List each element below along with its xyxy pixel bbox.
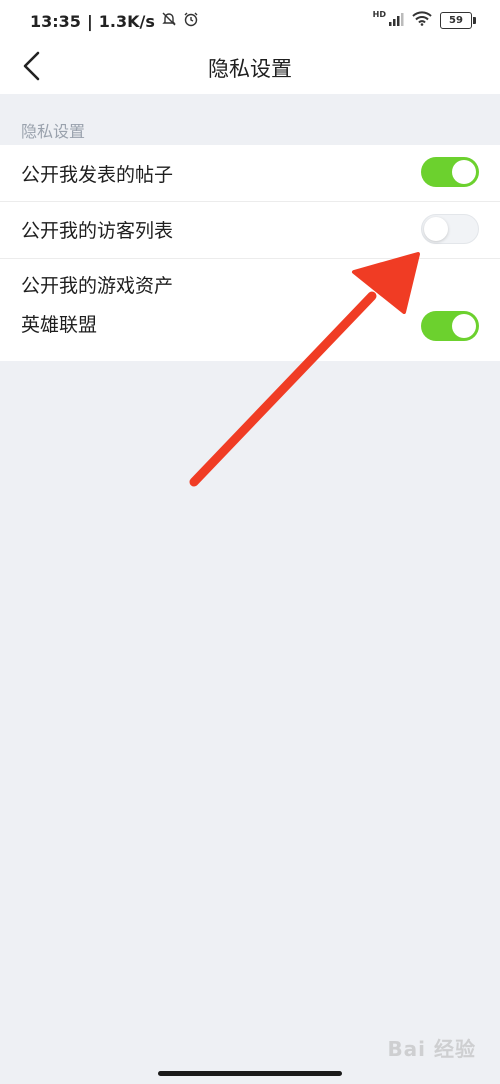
settings-list: 公开我发表的帖子 公开我的访客列表 公开我的游戏资产 英雄联盟: [0, 145, 500, 361]
battery-icon: 59: [440, 12, 476, 29]
home-indicator[interactable]: [158, 1071, 342, 1076]
toggle-visitor-list[interactable]: [421, 214, 479, 244]
setting-sublabel: 英雄联盟: [21, 314, 98, 336]
setting-label: 公开我的访客列表: [21, 220, 174, 242]
status-separator: |: [86, 11, 93, 31]
status-right: HD 59: [372, 10, 476, 30]
section-label: 隐私设置: [21, 122, 86, 141]
toggle-knob: [424, 217, 448, 241]
alarm-clock-icon: [183, 11, 199, 31]
status-time: 13:35: [30, 11, 81, 31]
setting-row-public-posts: 公开我发表的帖子: [0, 145, 500, 201]
app-header: 隐私设置: [0, 44, 500, 94]
setting-row-game-assets: 公开我的游戏资产 英雄联盟: [0, 259, 500, 361]
status-net-speed: 1.3K/s: [98, 11, 155, 31]
toggle-knob: [452, 160, 476, 184]
setting-label: 公开我的游戏资产: [21, 275, 174, 297]
hd-label: HD: [372, 10, 386, 19]
status-left: 13:35 | 1.3K/s: [30, 11, 199, 31]
toggle-public-posts[interactable]: [421, 157, 479, 187]
watermark-logo: Bai 经验: [387, 1037, 476, 1061]
bell-off-icon: [161, 11, 177, 31]
signal-icon: [388, 12, 404, 30]
toggle-knob: [452, 314, 476, 338]
wifi-icon: [412, 11, 432, 30]
status-bar: 13:35 | 1.3K/s HD 59: [0, 0, 500, 44]
setting-label: 公开我发表的帖子: [21, 164, 174, 186]
setting-row-visitor-list: 公开我的访客列表: [0, 202, 500, 258]
toggle-game-assets[interactable]: [421, 311, 479, 341]
page-title: 隐私设置: [208, 57, 292, 81]
